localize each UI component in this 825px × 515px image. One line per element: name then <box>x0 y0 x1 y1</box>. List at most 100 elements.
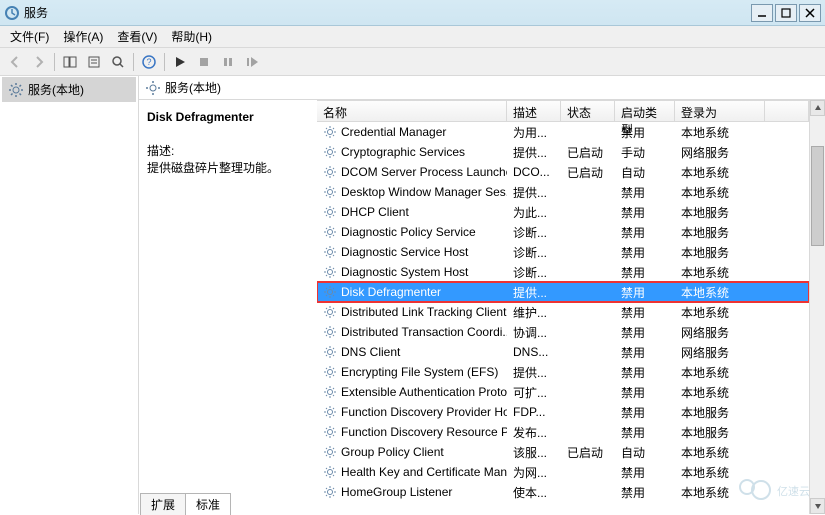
svg-text:亿速云: 亿速云 <box>777 485 810 498</box>
gear-icon <box>323 445 337 459</box>
scroll-up-button[interactable] <box>810 100 825 116</box>
column-name[interactable]: 名称 <box>317 101 507 121</box>
service-row[interactable]: Credential Manager为用...禁用本地系统 <box>317 122 809 142</box>
column-startup[interactable]: 启动类型 <box>615 101 675 121</box>
cell-logon: 网络服务 <box>675 344 765 361</box>
menu-view[interactable]: 查看(V) <box>111 26 163 47</box>
stop-service-button[interactable] <box>193 51 215 73</box>
cell-startup: 禁用 <box>615 484 675 501</box>
gear-icon <box>145 80 161 96</box>
cell-name: DCOM Server Process Launcher <box>317 165 507 179</box>
cell-name: Encrypting File System (EFS) <box>317 365 507 379</box>
service-row[interactable]: Cryptographic Services提供...已启动手动网络服务 <box>317 142 809 162</box>
service-list: 名称 描述 状态 启动类型 登录为 Credential Manager为用..… <box>317 100 809 514</box>
column-logon[interactable]: 登录为 <box>675 101 765 121</box>
cell-description: 维护... <box>507 304 561 321</box>
cell-startup: 禁用 <box>615 464 675 481</box>
start-service-button[interactable] <box>169 51 191 73</box>
cell-description: 使本... <box>507 484 561 501</box>
service-row[interactable]: Disk Defragmenter提供...禁用本地系统 <box>317 282 809 302</box>
restart-service-button[interactable] <box>241 51 263 73</box>
column-status[interactable]: 状态 <box>561 101 615 121</box>
column-spacer <box>765 101 809 121</box>
cell-description: 协调... <box>507 324 561 341</box>
menu-help[interactable]: 帮助(H) <box>165 26 218 47</box>
list-rows: Credential Manager为用...禁用本地系统Cryptograph… <box>317 122 809 502</box>
service-row[interactable]: Diagnostic Policy Service诊断...禁用本地服务 <box>317 222 809 242</box>
cell-description: FDP... <box>507 405 561 419</box>
export-list-button[interactable] <box>107 51 129 73</box>
cell-status: 已启动 <box>561 144 615 161</box>
scroll-thumb[interactable] <box>811 146 824 246</box>
tab-extended[interactable]: 扩展 <box>140 493 186 515</box>
cell-name: Extensible Authentication Proto... <box>317 385 507 399</box>
vertical-scrollbar[interactable] <box>809 100 825 514</box>
cell-description: 为此... <box>507 204 561 221</box>
cell-logon: 网络服务 <box>675 144 765 161</box>
service-row[interactable]: DNS ClientDNS...禁用网络服务 <box>317 342 809 362</box>
service-row[interactable]: Diagnostic Service Host诊断...禁用本地服务 <box>317 242 809 262</box>
service-row[interactable]: Desktop Window Manager Ses...提供...禁用本地系统 <box>317 182 809 202</box>
forward-button[interactable] <box>28 51 50 73</box>
cell-description: 为用... <box>507 124 561 141</box>
service-row[interactable]: Distributed Transaction Coordi...协调...禁用… <box>317 322 809 342</box>
maximize-button[interactable] <box>775 4 797 22</box>
tree-panel: 服务(本地) <box>0 76 139 514</box>
cell-startup: 禁用 <box>615 244 675 261</box>
cell-startup: 禁用 <box>615 184 675 201</box>
gear-icon <box>323 185 337 199</box>
gear-icon <box>323 345 337 359</box>
service-row[interactable]: Function Discovery Resource P...发布...禁用本… <box>317 422 809 442</box>
help-button[interactable]: ? <box>138 51 160 73</box>
cell-status: 已启动 <box>561 444 615 461</box>
cell-logon: 本地服务 <box>675 224 765 241</box>
service-row[interactable]: Encrypting File System (EFS)提供...禁用本地系统 <box>317 362 809 382</box>
gear-icon <box>323 405 337 419</box>
gear-icon <box>323 245 337 259</box>
cell-logon: 本地服务 <box>675 244 765 261</box>
cell-description: 提供... <box>507 364 561 381</box>
description-text: 提供磁盘碎片整理功能。 <box>147 159 309 176</box>
show-hide-tree-button[interactable] <box>59 51 81 73</box>
service-row[interactable]: Diagnostic System Host诊断...禁用本地系统 <box>317 262 809 282</box>
tree-node-services-local[interactable]: 服务(本地) <box>2 77 136 102</box>
service-row[interactable]: DCOM Server Process LauncherDCO...已启动自动本… <box>317 162 809 182</box>
gear-icon <box>323 165 337 179</box>
service-row[interactable]: DHCP Client为此...禁用本地服务 <box>317 202 809 222</box>
minimize-button[interactable] <box>751 4 773 22</box>
cell-logon: 本地系统 <box>675 384 765 401</box>
close-button[interactable] <box>799 4 821 22</box>
service-row[interactable]: Extensible Authentication Proto...可扩...禁… <box>317 382 809 402</box>
cell-name: Cryptographic Services <box>317 145 507 159</box>
column-description[interactable]: 描述 <box>507 101 561 121</box>
description-label: 描述: <box>147 142 309 159</box>
gear-icon <box>323 425 337 439</box>
gear-icon <box>323 145 337 159</box>
title-bar: 服务 <box>0 0 825 26</box>
window-controls <box>751 4 821 22</box>
service-row[interactable]: Group Policy Client该服...已启动自动本地系统 <box>317 442 809 462</box>
back-button[interactable] <box>4 51 26 73</box>
pause-service-button[interactable] <box>217 51 239 73</box>
gear-icon <box>323 305 337 319</box>
cell-logon: 本地系统 <box>675 444 765 461</box>
tab-standard[interactable]: 标准 <box>185 493 231 515</box>
cell-description: 为网... <box>507 464 561 481</box>
cell-startup: 禁用 <box>615 424 675 441</box>
separator <box>164 53 165 71</box>
menu-file[interactable]: 文件(F) <box>4 26 55 47</box>
service-row[interactable]: Function Discovery Provider HostFDP...禁用… <box>317 402 809 422</box>
scroll-track[interactable] <box>810 116 825 498</box>
cell-logon: 网络服务 <box>675 324 765 341</box>
cell-startup: 禁用 <box>615 264 675 281</box>
tree-node-label: 服务(本地) <box>28 81 84 98</box>
cell-name: Diagnostic Policy Service <box>317 225 507 239</box>
menu-action[interactable]: 操作(A) <box>57 26 109 47</box>
selected-service-name: Disk Defragmenter <box>147 110 309 124</box>
cell-description: 提供... <box>507 144 561 161</box>
properties-button[interactable] <box>83 51 105 73</box>
cell-logon: 本地服务 <box>675 204 765 221</box>
service-row[interactable]: Distributed Link Tracking Client维护...禁用本… <box>317 302 809 322</box>
cell-startup: 禁用 <box>615 344 675 361</box>
cell-description: 发布... <box>507 424 561 441</box>
